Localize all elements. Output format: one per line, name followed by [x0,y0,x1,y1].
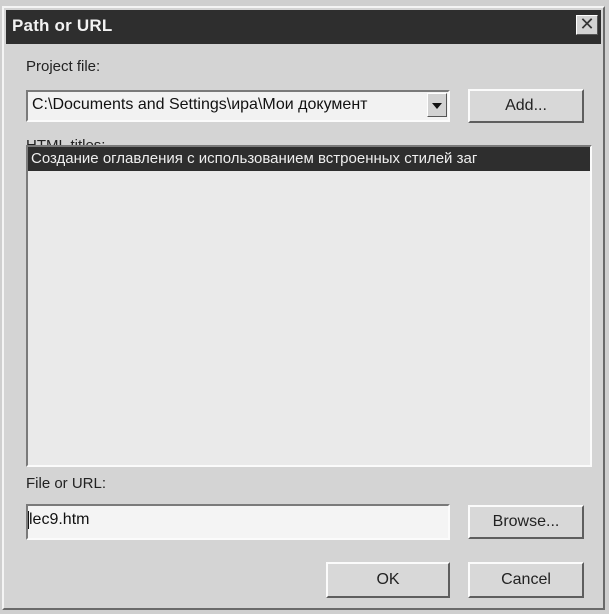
add-button[interactable]: Add... [468,89,584,123]
cancel-button-label: Cancel [501,571,551,588]
chevron-down-icon [432,103,442,109]
title-bar[interactable]: Path or URL ✕ [6,10,601,44]
project-file-dropdown-button[interactable] [427,93,447,117]
dialog-window: Path or URL ✕ Project file: C:\Documents… [2,6,605,610]
html-titles-listbox[interactable]: Создание оглавления с использованием вст… [26,145,592,467]
file-or-url-value: lec9.htm [29,511,90,528]
cancel-button[interactable]: Cancel [468,562,584,598]
ok-button-label: OK [376,571,400,588]
close-button[interactable]: ✕ [576,15,598,35]
browse-button[interactable]: Browse... [468,505,584,539]
close-icon: ✕ [579,14,595,34]
project-file-value: C:\Documents and Settings\ира\Мои докуме… [32,96,368,113]
browse-button-label: Browse... [492,513,560,530]
window-title: Path or URL [12,16,113,35]
file-or-url-input[interactable]: lec9.htm [26,504,450,540]
add-button-label: Add... [505,97,547,114]
project-file-label: Project file: [26,58,101,75]
ok-button[interactable]: OK [326,562,450,598]
project-file-combobox[interactable]: C:\Documents and Settings\ира\Мои докуме… [26,90,450,122]
file-or-url-label: File or URL: [26,475,107,492]
list-item[interactable]: Создание оглавления с использованием вст… [28,147,590,171]
